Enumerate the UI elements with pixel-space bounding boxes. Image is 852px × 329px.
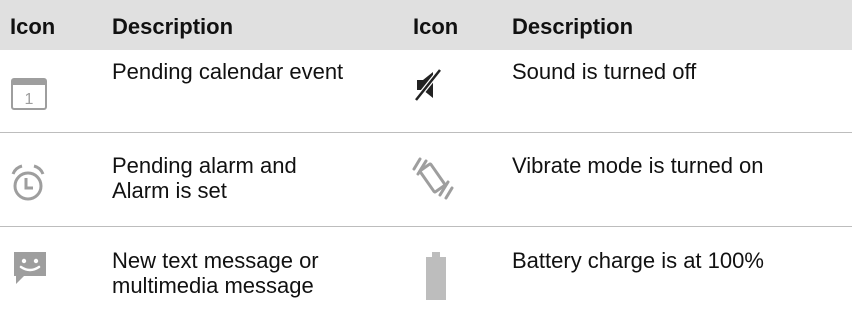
text-message-icon: [14, 252, 46, 284]
vibrate-icon: [412, 157, 454, 200]
sound-off-icon: [414, 68, 442, 102]
row-3-left-description: New text message or multimedia message: [112, 248, 319, 298]
calendar-icon: 1: [11, 78, 47, 110]
header-description-2: Description: [512, 14, 634, 39]
row-1-left-description: Pending calendar event: [112, 59, 344, 84]
row-divider: [0, 226, 852, 227]
icon-description-table: Icon Description Icon Description 1 Pend…: [0, 0, 852, 329]
row-2-left-description: Pending alarm and Alarm is set: [112, 153, 297, 203]
row-3-right-description: Battery charge is at 100%: [512, 248, 764, 273]
table-header-row: Icon Description Icon Description: [0, 0, 852, 50]
row-1-right-description: Sound is turned off: [512, 59, 697, 84]
alarm-clock-icon: [11, 164, 45, 201]
battery-full-icon: [426, 252, 446, 300]
row-2-right-description: Vibrate mode is turned on: [512, 153, 764, 178]
header-icon-2: Icon: [413, 14, 459, 39]
header-icon-1: Icon: [10, 14, 56, 39]
row-divider: [0, 132, 852, 133]
svg-text:1: 1: [25, 91, 34, 108]
header-description-1: Description: [112, 14, 234, 39]
